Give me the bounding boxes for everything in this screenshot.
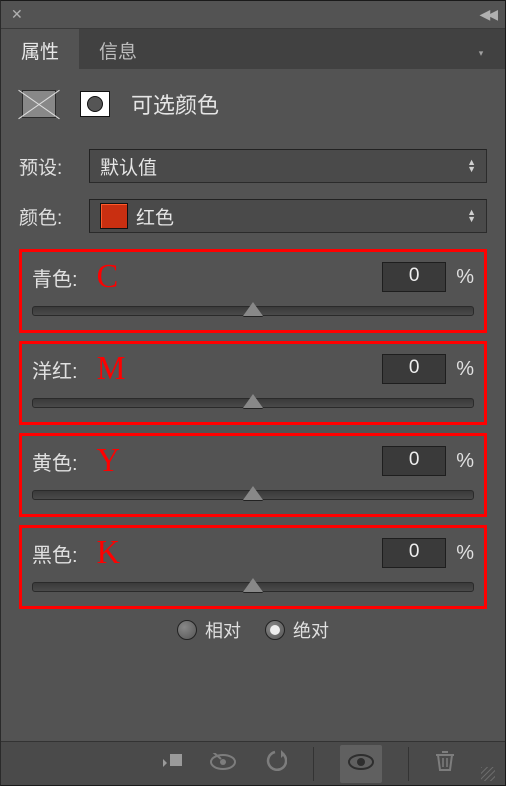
resize-handle-icon[interactable] <box>481 767 495 781</box>
black-unit: % <box>456 542 474 565</box>
close-icon[interactable]: ✕ <box>11 6 23 23</box>
adjustment-type-icon <box>19 87 59 121</box>
trash-icon[interactable] <box>435 750 455 778</box>
preset-row: 预设: 默认值 ▲▼ <box>19 149 487 183</box>
adjustment-title: 可选颜色 <box>131 88 219 120</box>
layer-mask-icon[interactable] <box>75 87 115 121</box>
yellow-slider[interactable] <box>32 490 474 500</box>
magenta-slider[interactable] <box>32 398 474 408</box>
radio-icon <box>265 620 285 640</box>
magenta-annotation-letter: M <box>97 350 126 388</box>
black-annotation-letter: K <box>97 534 120 572</box>
cyan-slider-group: 青色: C 0 % <box>19 249 487 333</box>
visibility-toggle-icon[interactable] <box>340 745 382 783</box>
color-select[interactable]: 红色 ▲▼ <box>89 199 487 233</box>
preset-label: 预设: <box>19 153 77 180</box>
cyan-unit: % <box>456 266 474 289</box>
panel-menu-icon[interactable] <box>469 29 493 69</box>
chevron-updown-icon: ▲▼ <box>467 209 476 223</box>
cyan-annotation-letter: C <box>97 258 119 296</box>
chevron-updown-icon: ▲▼ <box>467 159 476 173</box>
preset-value: 默认值 <box>100 153 157 180</box>
relative-radio[interactable]: 相对 <box>177 617 241 643</box>
color-value: 红色 <box>136 203 174 230</box>
absolute-radio[interactable]: 绝对 <box>265 617 329 643</box>
collapse-icon[interactable]: ◀◀ <box>479 6 495 23</box>
yellow-annotation-letter: Y <box>97 442 120 480</box>
slider-thumb-icon[interactable] <box>243 486 263 500</box>
radio-icon <box>177 620 197 640</box>
yellow-slider-group: 黄色: Y 0 % <box>19 433 487 517</box>
color-label: 颜色: <box>19 203 77 230</box>
black-slider[interactable] <box>32 582 474 592</box>
magenta-label: 洋红: <box>32 355 90 384</box>
method-radio-group: 相对 绝对 <box>19 617 487 643</box>
panel-content: 可选颜色 预设: 默认值 ▲▼ 颜色: 红色 ▲▼ 青色: C <box>1 69 505 741</box>
tab-properties[interactable]: 属性 <box>1 29 79 69</box>
magenta-value-input[interactable]: 0 <box>382 354 446 384</box>
tab-info[interactable]: 信息 <box>79 29 157 69</box>
color-swatch <box>100 203 128 229</box>
tab-bar: 属性 信息 <box>1 29 505 69</box>
yellow-value-input[interactable]: 0 <box>382 446 446 476</box>
magenta-slider-group: 洋红: M 0 % <box>19 341 487 425</box>
panel-topbar: ✕ ◀◀ <box>1 1 505 29</box>
black-value-input[interactable]: 0 <box>382 538 446 568</box>
slider-thumb-icon[interactable] <box>243 394 263 408</box>
reset-icon[interactable] <box>263 750 287 778</box>
cyan-label: 青色: <box>32 263 90 292</box>
slider-thumb-icon[interactable] <box>243 302 263 316</box>
yellow-label: 黄色: <box>32 447 90 476</box>
black-label: 黑色: <box>32 539 90 568</box>
properties-panel: ✕ ◀◀ 属性 信息 可选颜色 预设: 默认值 ▲▼ 颜色: 红色 <box>0 0 506 786</box>
clip-to-layer-icon[interactable] <box>161 751 183 777</box>
preset-select[interactable]: 默认值 ▲▼ <box>89 149 487 183</box>
adjustment-header: 可选颜色 <box>19 87 487 121</box>
color-row: 颜色: 红色 ▲▼ <box>19 199 487 233</box>
black-slider-group: 黑色: K 0 % <box>19 525 487 609</box>
magenta-unit: % <box>456 358 474 381</box>
cyan-value-input[interactable]: 0 <box>382 262 446 292</box>
separator <box>313 747 314 781</box>
view-previous-icon[interactable] <box>209 751 237 777</box>
absolute-label: 绝对 <box>293 617 329 643</box>
slider-thumb-icon[interactable] <box>243 578 263 592</box>
yellow-unit: % <box>456 450 474 473</box>
panel-footer <box>1 741 505 785</box>
relative-label: 相对 <box>205 617 241 643</box>
cyan-slider[interactable] <box>32 306 474 316</box>
separator <box>408 747 409 781</box>
